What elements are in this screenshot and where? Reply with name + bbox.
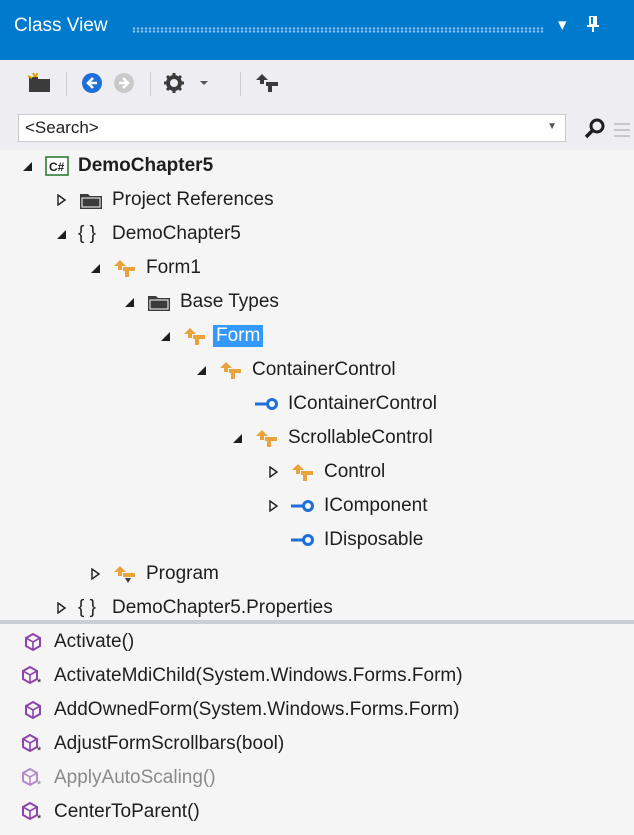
- svg-text:*: *: [37, 677, 42, 687]
- search-box: ▼: [18, 114, 566, 142]
- class-icon: [112, 257, 138, 279]
- expanded-arrow-icon[interactable]: [192, 363, 210, 377]
- toolbar: [0, 60, 634, 106]
- window-menu-dropdown-icon[interactable]: ▾: [558, 15, 567, 35]
- tree-node-base-types[interactable]: Base Types: [120, 286, 279, 318]
- expanded-arrow-icon[interactable]: [18, 159, 36, 173]
- class-view-settings-icon[interactable]: [252, 70, 282, 96]
- expanded-arrow-icon[interactable]: [86, 261, 104, 275]
- collapsed-arrow-icon[interactable]: [52, 193, 70, 207]
- new-folder-icon[interactable]: [26, 70, 54, 96]
- title-grip[interactable]: [132, 27, 544, 33]
- tree-node-project-references[interactable]: Project References: [52, 184, 274, 216]
- csharp-project-icon: C#: [44, 155, 70, 177]
- tree-node-label: DemoChapter5: [112, 223, 241, 244]
- search-input[interactable]: [25, 118, 525, 138]
- member-label: Activate(): [54, 631, 135, 652]
- svg-text:*: *: [37, 745, 42, 755]
- method-icon: [20, 699, 46, 721]
- search-options-icon[interactable]: [612, 120, 634, 145]
- member-label: ActivateMdiChild(System.Windows.Forms.Fo…: [54, 665, 463, 686]
- toolbar-separator: [240, 72, 241, 96]
- collapsed-arrow-icon[interactable]: [86, 567, 104, 581]
- pane-splitter[interactable]: [0, 618, 634, 626]
- tree-node-label: ContainerControl: [252, 359, 396, 380]
- tree-node-project[interactable]: C# DemoChapter5: [18, 150, 213, 182]
- window-title: Class View: [14, 15, 108, 36]
- search-row: ▼: [0, 106, 634, 150]
- interface-icon: [290, 529, 316, 551]
- expanded-arrow-icon[interactable]: [120, 295, 138, 309]
- internal-class-icon: [112, 563, 138, 585]
- protected-method-icon: *: [20, 665, 46, 687]
- tree-node-label: Project References: [112, 189, 274, 210]
- member-item[interactable]: * ActivateMdiChild(System.Windows.Forms.…: [20, 660, 463, 692]
- tree-node-label: IComponent: [324, 495, 428, 516]
- expanded-arrow-icon[interactable]: [228, 431, 246, 445]
- expanded-arrow-icon[interactable]: [52, 227, 70, 241]
- tree-node-label: Program: [146, 563, 219, 584]
- search-icon[interactable]: [584, 118, 606, 145]
- tree-node-program[interactable]: Program: [86, 558, 219, 590]
- tree-node-label: DemoChapter5.Properties: [112, 597, 333, 618]
- pin-icon[interactable]: [586, 15, 600, 38]
- toolbar-separator: [66, 72, 67, 96]
- tree-node-namespace[interactable]: { } DemoChapter5: [52, 218, 241, 250]
- folder-icon: [146, 291, 172, 313]
- toolbar-separator: [150, 72, 151, 96]
- tree-node-control[interactable]: Control: [264, 456, 385, 488]
- namespace-icon: { }: [78, 597, 96, 618]
- tree-node-icontainercontrol[interactable]: IContainerControl: [254, 388, 437, 420]
- member-label: AdjustFormScrollbars(bool): [54, 733, 285, 754]
- class-tree: C# DemoChapter5 Project References { } D…: [0, 150, 634, 618]
- svg-text:*: *: [37, 813, 42, 823]
- tree-node-label-selected: Form: [213, 325, 264, 347]
- collapsed-arrow-icon[interactable]: [264, 465, 282, 479]
- class-icon: [218, 359, 244, 381]
- forward-icon[interactable]: [110, 70, 138, 96]
- interface-icon: [254, 393, 280, 415]
- folder-icon: [78, 189, 104, 211]
- member-item[interactable]: Activate(): [20, 626, 134, 658]
- tree-node-scrollablecontrol[interactable]: ScrollableControl: [228, 422, 433, 454]
- members-list: Activate() * ActivateMdiChild(System.Win…: [0, 626, 634, 835]
- tree-node-form1[interactable]: Form1: [86, 252, 201, 284]
- member-label: ApplyAutoScaling(): [54, 767, 216, 788]
- tree-node-icomponent[interactable]: IComponent: [264, 490, 428, 522]
- protected-method-icon: *: [20, 801, 46, 823]
- member-item[interactable]: AddOwnedForm(System.Windows.Forms.Form): [20, 694, 459, 726]
- namespace-icon: { }: [78, 223, 96, 244]
- class-icon: [182, 325, 208, 347]
- member-item[interactable]: * CenterToParent(): [20, 796, 200, 828]
- collapsed-arrow-icon[interactable]: [52, 601, 70, 615]
- svg-text:C#: C#: [49, 160, 65, 174]
- tree-node-label: IDisposable: [324, 529, 424, 550]
- settings-icon[interactable]: [160, 70, 212, 96]
- member-item[interactable]: * AdjustFormScrollbars(bool): [20, 728, 284, 760]
- protected-method-icon: *: [20, 767, 46, 789]
- title-bar: Class View ▾: [0, 0, 634, 60]
- member-item[interactable]: * ApplyAutoScaling(): [20, 762, 216, 794]
- class-icon: [254, 427, 280, 449]
- interface-icon: [290, 495, 316, 517]
- back-icon[interactable]: [78, 70, 106, 96]
- tree-node-label: Base Types: [180, 291, 279, 312]
- class-icon: [290, 461, 316, 483]
- expanded-arrow-icon[interactable]: [156, 329, 174, 343]
- protected-method-icon: *: [20, 733, 46, 755]
- search-dropdown-icon[interactable]: ▼: [547, 121, 557, 132]
- member-label: AddOwnedForm(System.Windows.Forms.Form): [54, 699, 460, 720]
- tree-node-label: ScrollableControl: [288, 427, 433, 448]
- method-icon: [20, 631, 46, 653]
- tree-node-label: Form1: [146, 257, 201, 278]
- tree-node-label: IContainerControl: [288, 393, 437, 414]
- tree-node-label: Control: [324, 461, 386, 482]
- svg-text:*: *: [37, 779, 42, 789]
- tree-node-containercontrol[interactable]: ContainerControl: [192, 354, 396, 386]
- tree-node-label: DemoChapter5: [78, 155, 214, 176]
- collapsed-arrow-icon[interactable]: [264, 499, 282, 513]
- tree-node-idisposable[interactable]: IDisposable: [290, 524, 423, 556]
- tree-node-form[interactable]: Form: [156, 320, 264, 352]
- member-label: CenterToParent(): [54, 801, 200, 822]
